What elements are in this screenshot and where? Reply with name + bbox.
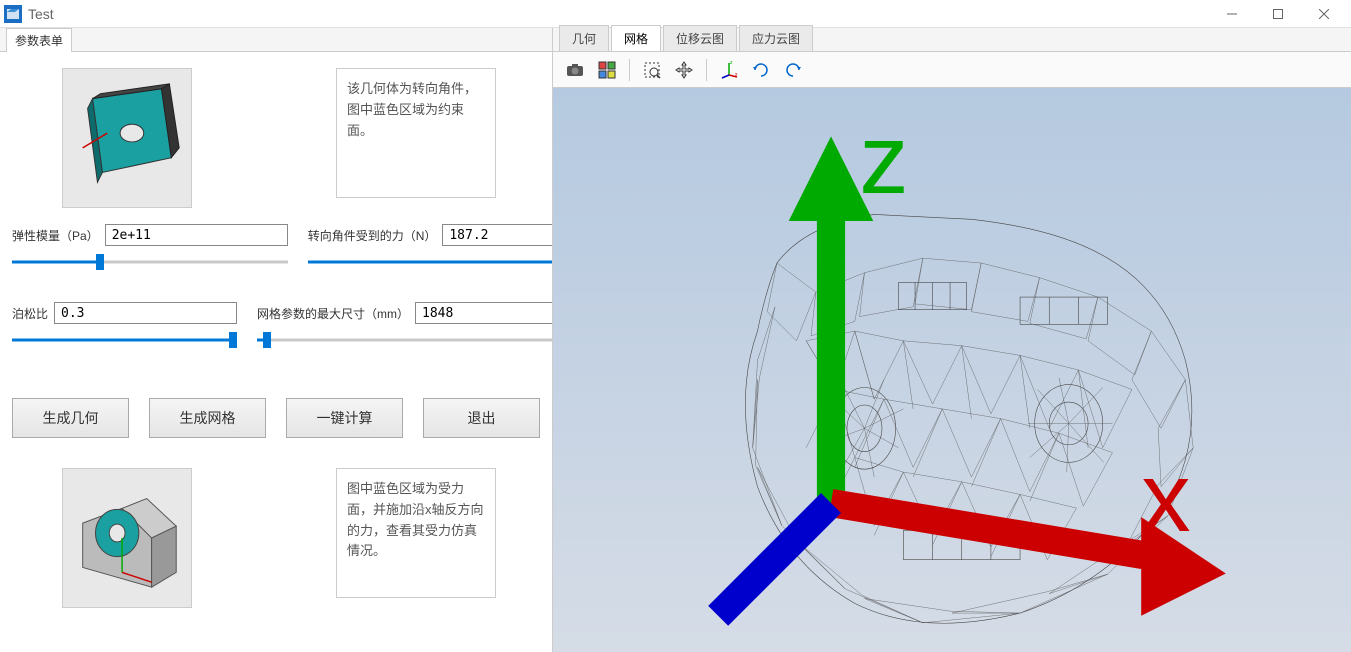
generate-geometry-button[interactable]: 生成几何 — [12, 398, 129, 438]
generate-mesh-button[interactable]: 生成网格 — [149, 398, 266, 438]
force-slider[interactable] — [308, 254, 552, 270]
rotate-right-icon[interactable] — [779, 56, 807, 84]
svg-text:x: x — [735, 72, 738, 78]
maximize-button[interactable] — [1255, 0, 1301, 28]
viewport-panel: 几何 网格 位移云图 应力云图 zx — [553, 28, 1351, 652]
axes-icon[interactable]: zx — [715, 56, 743, 84]
tab-mesh[interactable]: 网格 — [611, 25, 661, 51]
view-tabs: 几何 网格 位移云图 应力云图 — [553, 28, 1351, 52]
poisson-label: 泊松比 — [12, 305, 48, 322]
one-click-compute-button[interactable]: 一键计算 — [286, 398, 403, 438]
rotate-left-icon[interactable] — [747, 56, 775, 84]
tab-displacement[interactable]: 位移云图 — [663, 25, 737, 51]
zoom-select-icon[interactable] — [638, 56, 666, 84]
svg-text:z: z — [730, 60, 733, 66]
mesh-size-label: 网格参数的最大尺寸（mm） — [257, 305, 409, 322]
geometry-thumbnail-1 — [62, 68, 192, 208]
force-input[interactable] — [442, 224, 552, 246]
elastic-modulus-label: 弹性模量（Pa） — [12, 227, 99, 244]
exit-button[interactable]: 退出 — [423, 398, 540, 438]
mesh-size-input[interactable] — [415, 302, 552, 324]
description-1: 该几何体为转向角件，图中蓝色区域为约束面。 — [336, 68, 496, 198]
elastic-modulus-slider[interactable] — [12, 254, 288, 270]
tab-geometry[interactable]: 几何 — [559, 25, 609, 51]
svg-text:z: z — [859, 104, 908, 214]
axis-triad-icon: z x — [573, 88, 1351, 644]
camera-icon[interactable] — [561, 56, 589, 84]
parameter-panel: 参数表单 — [0, 28, 553, 652]
geometry-thumbnail-2 — [62, 468, 192, 608]
title-bar: Test — [0, 0, 1351, 28]
description-2: 图中蓝色区域为受力面，并施加沿x轴反方向的力，查看其受力仿真情况。 — [336, 468, 496, 598]
poisson-slider[interactable] — [12, 332, 237, 348]
layout-icon[interactable] — [593, 56, 621, 84]
window-controls — [1209, 0, 1347, 28]
viewport-toolbar: zx — [553, 52, 1351, 88]
poisson-input[interactable] — [54, 302, 237, 324]
svg-text:x: x — [1141, 442, 1190, 552]
3d-viewport[interactable]: z x — [553, 88, 1351, 652]
app-icon — [4, 5, 22, 23]
window-title: Test — [28, 6, 54, 22]
force-label: 转向角件受到的力（N） — [308, 227, 437, 244]
minimize-button[interactable] — [1209, 0, 1255, 28]
mesh-size-slider[interactable] — [257, 332, 552, 348]
elastic-modulus-input[interactable] — [105, 224, 288, 246]
panel-header: 参数表单 — [0, 28, 552, 52]
panel-title: 参数表单 — [6, 28, 72, 52]
close-button[interactable] — [1301, 0, 1347, 28]
pan-icon[interactable] — [670, 56, 698, 84]
tab-stress[interactable]: 应力云图 — [739, 25, 813, 51]
